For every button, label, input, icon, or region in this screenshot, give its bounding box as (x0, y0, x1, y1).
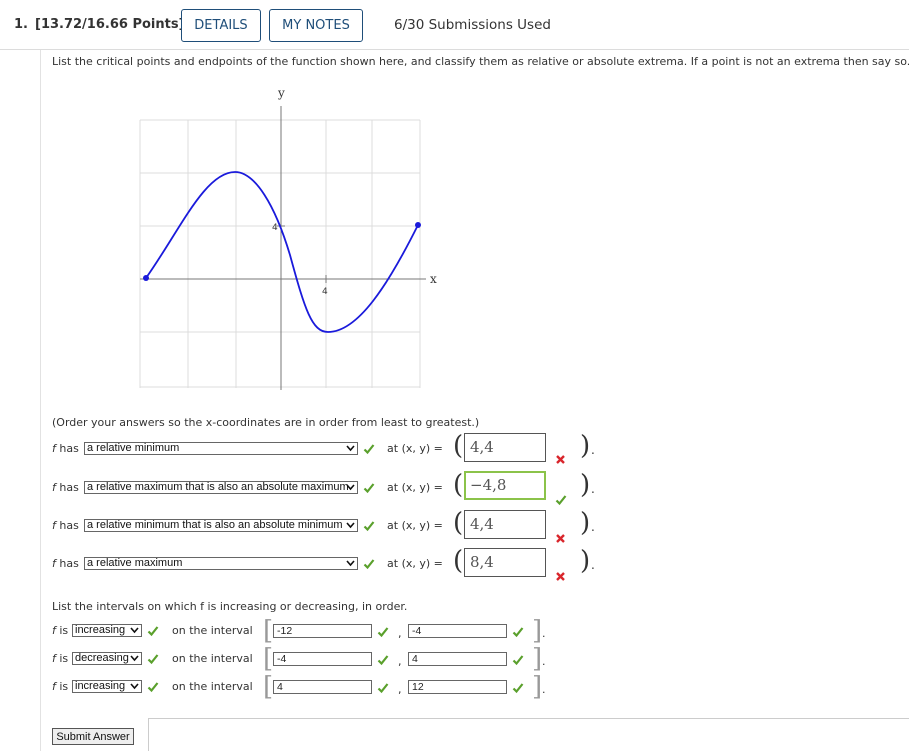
interval-row-label: f is (52, 680, 69, 693)
open-paren: ( (453, 546, 464, 576)
intervals-title: List the intervals on which f is increas… (52, 600, 408, 613)
close-paren: ) (580, 470, 591, 500)
check-icon (377, 627, 389, 638)
open-bracket: [ (263, 672, 274, 702)
x-axis-label: x (430, 272, 437, 286)
interval-start-1[interactable]: -12 (273, 624, 372, 638)
extrema-select-2[interactable]: a relative maximum that is also an absol… (84, 481, 358, 494)
extrema-answer-1[interactable]: 4,4 (464, 433, 546, 462)
interval-start-2[interactable]: -4 (273, 652, 372, 666)
extrema-select-4[interactable]: a relative maximum (84, 557, 358, 570)
y-axis-label: y (277, 86, 285, 100)
row-label-f: f has (52, 557, 79, 570)
row-period: . (591, 482, 595, 496)
at-xy-label: at (x, y) = (387, 557, 443, 570)
interval-start-3[interactable]: 4 (273, 680, 372, 694)
row-period: . (591, 558, 595, 572)
interval-row-label: f is (52, 624, 69, 637)
check-icon (147, 682, 159, 693)
interval-row-label: f is (52, 652, 69, 665)
open-bracket: [ (263, 644, 274, 674)
open-paren: ( (453, 431, 464, 461)
at-xy-label: at (x, y) = (387, 519, 443, 532)
check-icon (512, 627, 524, 638)
row-label-f: f has (52, 481, 79, 494)
comma: , (398, 683, 402, 696)
notes-panel (148, 718, 909, 751)
monotonic-select-3[interactable]: increasing (72, 680, 142, 693)
left-endpoint (143, 275, 149, 281)
at-xy-label: at (x, y) = (387, 442, 443, 455)
check-icon (363, 521, 375, 532)
details-button[interactable]: DETAILS (181, 9, 261, 42)
function-graph: y x 4 4 (139, 86, 437, 390)
interval-label: on the interval (172, 652, 253, 665)
row-period: . (591, 520, 595, 534)
close-paren: ) (580, 508, 591, 538)
close-paren: ) (580, 431, 591, 461)
my-notes-button[interactable]: MY NOTES (269, 9, 363, 42)
check-icon (512, 655, 524, 666)
question-number: 1. (14, 17, 28, 32)
row-label-f: f has (52, 442, 79, 455)
function-curve (145, 171, 419, 333)
submissions-used: 6/30 Submissions Used (394, 17, 551, 33)
order-note: (Order your answers so the x-coordinates… (52, 416, 480, 429)
extrema-answer-4[interactable]: 8,4 (464, 548, 546, 577)
interval-end-3[interactable]: 12 (408, 680, 507, 694)
close-bracket: ] (532, 644, 543, 674)
question-prompt: List the critical points and endpoints o… (52, 55, 909, 68)
graph-grid (139, 119, 421, 388)
at-xy-label: at (x, y) = (387, 481, 443, 494)
check-icon (363, 559, 375, 570)
close-bracket: ] (532, 672, 543, 702)
check-icon (363, 444, 375, 455)
close-bracket: ] (532, 616, 543, 646)
check-icon (147, 654, 159, 665)
check-icon (512, 683, 524, 694)
comma: , (398, 655, 402, 668)
monotonic-select-2[interactable]: decreasing (72, 652, 142, 665)
interval-end-1[interactable]: -4 (408, 624, 507, 638)
interval-label: on the interval (172, 624, 253, 637)
comma: , (398, 627, 402, 640)
right-endpoint (415, 222, 421, 228)
check-icon (377, 655, 389, 666)
check-icon (377, 683, 389, 694)
x-mark-icon (556, 455, 565, 464)
extrema-select-3[interactable]: a relative minimum that is also an absol… (84, 519, 358, 532)
open-paren: ( (453, 470, 464, 500)
row-label-f: f has (52, 519, 79, 532)
check-icon (147, 626, 159, 637)
content-left-border (40, 50, 41, 751)
x-mark-icon (556, 572, 565, 581)
open-paren: ( (453, 508, 464, 538)
extrema-select-1[interactable]: a relative minimum (84, 442, 358, 455)
question-points: [13.72/16.66 Points] (35, 17, 185, 32)
row-period: . (542, 655, 546, 668)
monotonic-select-1[interactable]: increasing (72, 624, 142, 637)
check-icon (363, 483, 375, 494)
x-mark-icon (556, 534, 565, 543)
interval-label: on the interval (172, 680, 253, 693)
row-period: . (542, 683, 546, 696)
extrema-answer-2[interactable]: −4,8 (464, 471, 546, 500)
row-period: . (591, 443, 595, 457)
extrema-answer-3[interactable]: 4,4 (464, 510, 546, 539)
open-bracket: [ (263, 616, 274, 646)
submit-answer-button[interactable]: Submit Answer (52, 728, 134, 745)
row-period: . (542, 627, 546, 640)
close-paren: ) (580, 546, 591, 576)
x-tick-label: 4 (322, 287, 328, 297)
check-icon (555, 495, 567, 506)
interval-end-2[interactable]: 4 (408, 652, 507, 666)
y-tick-label: 4 (272, 223, 278, 233)
